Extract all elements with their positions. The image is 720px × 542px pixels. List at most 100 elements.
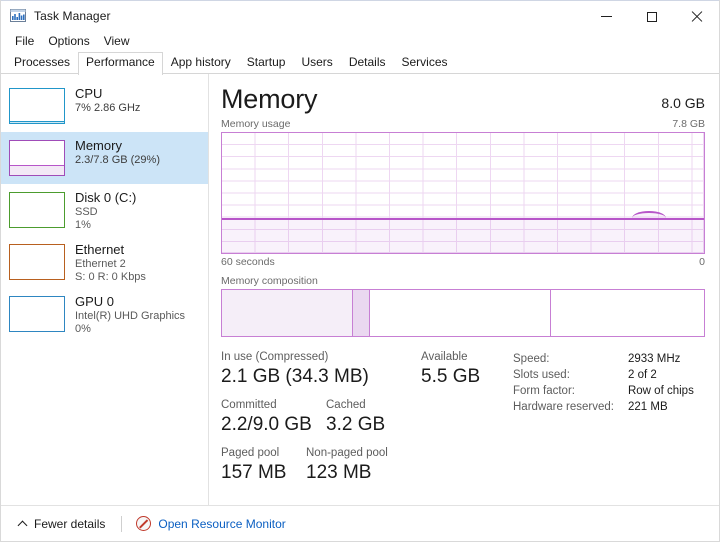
stat-committed: Committed 2.2/9.0 GB bbox=[221, 398, 326, 437]
graph-axis-bottom: 60 seconds 0 bbox=[221, 256, 705, 268]
content-area: CPU 7% 2.86 GHz Memory 2.3/7.8 GB (29%) bbox=[1, 74, 719, 511]
tab-users[interactable]: Users bbox=[293, 52, 340, 74]
stat-cached: Cached 3.2 GB bbox=[326, 398, 385, 437]
menu-bar: File Options View bbox=[1, 31, 719, 52]
stat-cached-value: 3.2 GB bbox=[326, 413, 385, 437]
disk-thumbnail bbox=[9, 192, 65, 228]
menu-item-view[interactable]: View bbox=[97, 33, 137, 50]
close-icon bbox=[691, 11, 703, 23]
tab-startup[interactable]: Startup bbox=[239, 52, 294, 74]
task-manager-icon bbox=[10, 8, 26, 24]
page-title: Memory bbox=[221, 83, 317, 115]
resource-sidebar[interactable]: CPU 7% 2.86 GHz Memory 2.3/7.8 GB (29%) bbox=[1, 74, 209, 511]
sidebar-item-ethernet[interactable]: Ethernet Ethernet 2 S: 0 R: 0 Kbps bbox=[1, 236, 208, 288]
sidebar-item-disk-line2: 1% bbox=[75, 219, 136, 232]
hardware-info-table: Speed: 2933 MHz Slots used: 2 of 2 Form … bbox=[513, 351, 694, 415]
table-row: Slots used: 2 of 2 bbox=[513, 367, 694, 383]
sidebar-item-cpu[interactable]: CPU 7% 2.86 GHz bbox=[1, 80, 208, 132]
sidebar-item-ethernet-line2: S: 0 R: 0 Kbps bbox=[75, 271, 146, 284]
ethernet-thumbnail bbox=[9, 244, 65, 280]
stat-non-paged-pool-value: 123 MB bbox=[306, 461, 388, 485]
window-controls bbox=[584, 1, 719, 32]
task-manager-window: Task Manager File Options View Processes… bbox=[0, 0, 720, 542]
sidebar-item-disk[interactable]: Disk 0 (C:) SSD 1% bbox=[1, 184, 208, 236]
status-bar-divider bbox=[121, 516, 122, 532]
composition-segment-standby bbox=[369, 290, 549, 336]
tab-strip: Processes Performance App history Startu… bbox=[1, 52, 719, 74]
tab-services[interactable]: Services bbox=[394, 52, 456, 74]
open-resource-monitor-link[interactable]: Open Resource Monitor bbox=[132, 512, 289, 535]
sidebar-item-ethernet-title: Ethernet bbox=[75, 242, 146, 257]
sidebar-item-cpu-texts: CPU 7% 2.86 GHz bbox=[75, 86, 140, 115]
graph-axis-top: Memory usage 7.8 GB bbox=[221, 118, 705, 130]
memory-detail-panel: Memory 8.0 GB Memory usage 7.8 GB 60 sec… bbox=[209, 74, 719, 511]
info-value-hardware-reserved: 221 MB bbox=[628, 399, 694, 415]
tab-details[interactable]: Details bbox=[341, 52, 394, 74]
info-value-slots-used: 2 of 2 bbox=[628, 367, 694, 383]
graph-usage-bump bbox=[632, 211, 666, 218]
stat-non-paged-pool: Non-paged pool 123 MB bbox=[306, 446, 388, 485]
sidebar-item-cpu-line1: 7% 2.86 GHz bbox=[75, 102, 140, 115]
menu-item-options[interactable]: Options bbox=[41, 33, 96, 50]
stat-in-use-value: 2.1 GB (34.3 MB) bbox=[221, 365, 369, 389]
sidebar-item-disk-title: Disk 0 (C:) bbox=[75, 190, 136, 205]
maximize-button[interactable] bbox=[629, 1, 674, 32]
stat-available-value: 5.5 GB bbox=[421, 365, 513, 389]
stat-committed-value: 2.2/9.0 GB bbox=[221, 413, 326, 437]
memory-thumbnail bbox=[9, 140, 65, 176]
memory-stats-columns: In use (Compressed) 2.1 GB (34.3 MB) Com… bbox=[221, 350, 421, 494]
tab-performance[interactable]: Performance bbox=[78, 52, 163, 75]
status-bar: Fewer details Open Resource Monitor bbox=[1, 505, 719, 541]
graph-label: Memory usage bbox=[221, 118, 290, 130]
gpu-thumbnail bbox=[9, 296, 65, 332]
stat-committed-label: Committed bbox=[221, 398, 326, 413]
open-resource-monitor-label: Open Resource Monitor bbox=[158, 517, 285, 531]
graph-x-left-label: 60 seconds bbox=[221, 256, 275, 268]
sidebar-item-ethernet-line1: Ethernet 2 bbox=[75, 258, 146, 271]
tab-app-history[interactable]: App history bbox=[163, 52, 239, 74]
memory-stats: In use (Compressed) 2.1 GB (34.3 MB) Com… bbox=[221, 350, 705, 494]
stat-available: Available 5.5 GB bbox=[421, 350, 513, 389]
composition-segment-free bbox=[550, 290, 704, 336]
info-key-form-factor: Form factor: bbox=[513, 383, 628, 399]
fewer-details-button[interactable]: Fewer details bbox=[13, 513, 111, 535]
graph-max-label: 7.8 GB bbox=[672, 118, 705, 130]
memory-header: Memory 8.0 GB bbox=[221, 83, 705, 115]
maximize-icon bbox=[647, 12, 657, 22]
stats-row-1: In use (Compressed) 2.1 GB (34.3 MB) bbox=[221, 350, 421, 389]
sidebar-item-memory-title: Memory bbox=[75, 138, 160, 153]
stat-paged-pool-label: Paged pool bbox=[221, 446, 306, 461]
sidebar-item-disk-line1: SSD bbox=[75, 206, 136, 219]
stat-paged-pool-value: 157 MB bbox=[221, 461, 306, 485]
info-key-hardware-reserved: Hardware reserved: bbox=[513, 399, 628, 415]
minimize-icon bbox=[601, 16, 612, 17]
sidebar-item-memory-line1: 2.3/7.8 GB (29%) bbox=[75, 154, 160, 167]
stats-row-3: Paged pool 157 MB Non-paged pool 123 MB bbox=[221, 446, 421, 485]
cpu-thumbnail bbox=[9, 88, 65, 124]
stat-paged-pool: Paged pool 157 MB bbox=[221, 446, 306, 485]
memory-hardware-info: Speed: 2933 MHz Slots used: 2 of 2 Form … bbox=[513, 350, 705, 494]
sidebar-item-gpu[interactable]: GPU 0 Intel(R) UHD Graphics 0% bbox=[1, 288, 208, 340]
memory-total: 8.0 GB bbox=[661, 95, 705, 111]
menu-item-file[interactable]: File bbox=[8, 33, 41, 50]
memory-available-column: Available 5.5 GB bbox=[421, 350, 513, 494]
info-key-slots-used: Slots used: bbox=[513, 367, 628, 383]
window-title: Task Manager bbox=[34, 9, 111, 23]
table-row: Form factor: Row of chips bbox=[513, 383, 694, 399]
tab-processes[interactable]: Processes bbox=[6, 52, 78, 74]
sidebar-item-gpu-title: GPU 0 bbox=[75, 294, 185, 309]
minimize-button[interactable] bbox=[584, 1, 629, 32]
table-row: Hardware reserved: 221 MB bbox=[513, 399, 694, 415]
title-bar: Task Manager bbox=[1, 0, 719, 31]
info-key-speed: Speed: bbox=[513, 351, 628, 367]
memory-composition-bar bbox=[221, 289, 705, 337]
sidebar-item-memory-texts: Memory 2.3/7.8 GB (29%) bbox=[75, 138, 160, 167]
stats-row-2: Committed 2.2/9.0 GB Cached 3.2 GB bbox=[221, 398, 421, 437]
info-value-form-factor: Row of chips bbox=[628, 383, 694, 399]
info-value-speed: 2933 MHz bbox=[628, 351, 694, 367]
composition-segment-modified bbox=[352, 290, 369, 336]
sidebar-item-disk-texts: Disk 0 (C:) SSD 1% bbox=[75, 190, 136, 232]
close-button[interactable] bbox=[674, 1, 719, 32]
sidebar-item-memory[interactable]: Memory 2.3/7.8 GB (29%) bbox=[1, 132, 208, 184]
sidebar-item-gpu-line1: Intel(R) UHD Graphics bbox=[75, 310, 185, 323]
